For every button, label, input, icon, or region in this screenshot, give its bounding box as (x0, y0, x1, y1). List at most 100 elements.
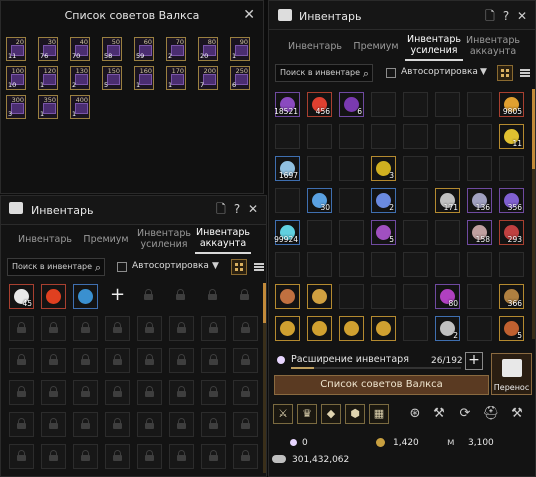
empty-slot[interactable] (339, 188, 364, 213)
inventory-item[interactable]: 456 (307, 92, 332, 117)
inventory-item[interactable]: 356 (499, 188, 524, 213)
tab-premium[interactable]: Премиум (349, 31, 403, 61)
empty-slot[interactable] (371, 124, 396, 149)
empty-slot[interactable] (499, 252, 524, 277)
grid-tool-icon[interactable]: ▦ (369, 404, 389, 424)
hexagon-tool-icon[interactable]: ⬢ (345, 404, 365, 424)
cycle-tool-icon[interactable]: ⟳ (455, 404, 475, 424)
ring-tool-icon[interactable]: ⊛ (405, 404, 425, 424)
document-icon[interactable]: 🗋 (214, 202, 228, 216)
inventory-item[interactable]: 5 (499, 316, 524, 341)
valks-advice-card[interactable]: 150 5 (102, 66, 122, 90)
inventory-item[interactable]: 171 (435, 188, 460, 213)
inventory-item[interactable]: 366 (499, 284, 524, 309)
valks-advice-card[interactable]: 170 1 (166, 66, 186, 90)
tab-account[interactable]: Инвентарь аккаунта (195, 224, 251, 254)
valks-advice-card[interactable]: 400 1 (70, 95, 90, 119)
help-icon[interactable]: ? (499, 9, 513, 23)
tab-inventory[interactable]: Инвентарь (285, 31, 345, 61)
document-icon[interactable]: 🗋 (483, 9, 497, 23)
valks-advice-card[interactable]: 50 58 (102, 37, 122, 61)
empty-slot[interactable] (435, 220, 460, 245)
tab-enhancement[interactable]: Инвентарь усиления (135, 224, 193, 254)
empty-slot[interactable] (467, 92, 492, 117)
empty-slot[interactable] (403, 316, 428, 341)
add-slot-button[interactable]: + (105, 284, 130, 309)
autosort-checkbox[interactable] (117, 262, 127, 272)
empty-slot[interactable] (403, 252, 428, 277)
grid-view-icon[interactable] (497, 65, 513, 81)
inventory-item[interactable] (73, 284, 98, 309)
pick-tool-icon[interactable]: ⚒ (507, 404, 527, 424)
empty-slot[interactable] (339, 124, 364, 149)
empty-slot[interactable] (403, 220, 428, 245)
empty-slot[interactable] (435, 92, 460, 117)
inventory-item[interactable] (339, 316, 364, 341)
empty-slot[interactable] (275, 252, 300, 277)
list-view-icon[interactable] (251, 259, 267, 275)
close-icon[interactable]: ✕ (246, 202, 260, 216)
tab-inventory[interactable]: Инвентарь (15, 224, 75, 254)
valks-advice-card[interactable]: 20 11 (6, 37, 26, 61)
tab-premium[interactable]: Премиум (79, 224, 133, 254)
valks-advice-card[interactable]: 200 7 (198, 66, 218, 90)
valks-advice-card[interactable]: 300 3 (6, 95, 26, 119)
sword-tool-icon[interactable]: ⚔ (273, 404, 293, 424)
empty-slot[interactable] (339, 220, 364, 245)
search-icon[interactable]: ⌕ (363, 67, 369, 81)
empty-slot[interactable] (371, 92, 396, 117)
inventory-main-header[interactable]: Инвентарь 🗋 ? ✕ (269, 1, 535, 30)
expand-inventory-button[interactable]: + (465, 352, 483, 370)
inventory-item[interactable] (275, 284, 300, 309)
search-input[interactable]: Поиск в инвентаре ⌕ (7, 258, 105, 276)
search-icon[interactable]: ⌕ (95, 261, 101, 275)
inventory-item[interactable]: 6 (339, 92, 364, 117)
inventory-item[interactable]: 136 (467, 188, 492, 213)
list-view-icon[interactable] (517, 65, 533, 81)
valks-advice-button[interactable]: Список советов Валкса (274, 375, 489, 395)
transfer-button[interactable]: Перенос (491, 353, 532, 395)
inventory-small-header[interactable]: Инвентарь 🗋 ? ✕ (1, 196, 266, 225)
empty-slot[interactable] (339, 156, 364, 181)
valks-advice-card[interactable]: 250 6 (230, 66, 250, 90)
valks-advice-card[interactable]: 80 20 (198, 37, 218, 61)
inventory-item[interactable]: 9805 (499, 92, 524, 117)
chevron-down-icon[interactable]: ▼ (212, 261, 219, 271)
valks-advice-card[interactable]: 120 1 (38, 66, 58, 90)
inventory-item[interactable]: 45 (9, 284, 34, 309)
empty-slot[interactable] (371, 252, 396, 277)
empty-slot[interactable] (403, 188, 428, 213)
valks-advice-card[interactable]: 350 1 (38, 95, 58, 119)
valks-advice-card[interactable]: 160 1 (134, 66, 154, 90)
gem-tool-icon[interactable]: ◆ (321, 404, 341, 424)
inventory-item[interactable] (307, 284, 332, 309)
inventory-item[interactable]: 18521 (274, 92, 300, 117)
helmet-tool-icon[interactable]: ⛑ (481, 404, 501, 424)
valks-advice-card[interactable]: 100 10 (6, 66, 26, 90)
search-input[interactable]: Поиск в инвентаре ⌕ (275, 64, 373, 82)
grid-view-icon[interactable] (231, 259, 247, 275)
empty-slot[interactable] (371, 284, 396, 309)
autosort-checkbox[interactable] (386, 68, 396, 78)
empty-slot[interactable] (435, 252, 460, 277)
valks-advice-card[interactable]: 40 70 (70, 37, 90, 61)
empty-slot[interactable] (467, 316, 492, 341)
inventory-item[interactable]: 293 (499, 220, 524, 245)
inventory-item[interactable]: 30 (307, 188, 332, 213)
inventory-item[interactable]: 2 (371, 188, 396, 213)
empty-slot[interactable] (403, 92, 428, 117)
empty-slot[interactable] (467, 284, 492, 309)
empty-slot[interactable] (307, 156, 332, 181)
inventory-item[interactable] (307, 316, 332, 341)
inventory-item[interactable]: 5 (371, 220, 396, 245)
inventory-item[interactable]: 1697 (275, 156, 300, 181)
inventory-item[interactable]: 99924 (274, 220, 300, 245)
inventory-item[interactable] (41, 284, 66, 309)
inventory-item[interactable]: 11 (499, 124, 524, 149)
empty-slot[interactable] (467, 156, 492, 181)
empty-slot[interactable] (403, 284, 428, 309)
valks-advice-card[interactable]: 60 59 (134, 37, 154, 61)
hammer-tool-icon[interactable]: ⚒ (429, 404, 449, 424)
empty-slot[interactable] (307, 124, 332, 149)
scrollbar[interactable] (263, 283, 266, 473)
